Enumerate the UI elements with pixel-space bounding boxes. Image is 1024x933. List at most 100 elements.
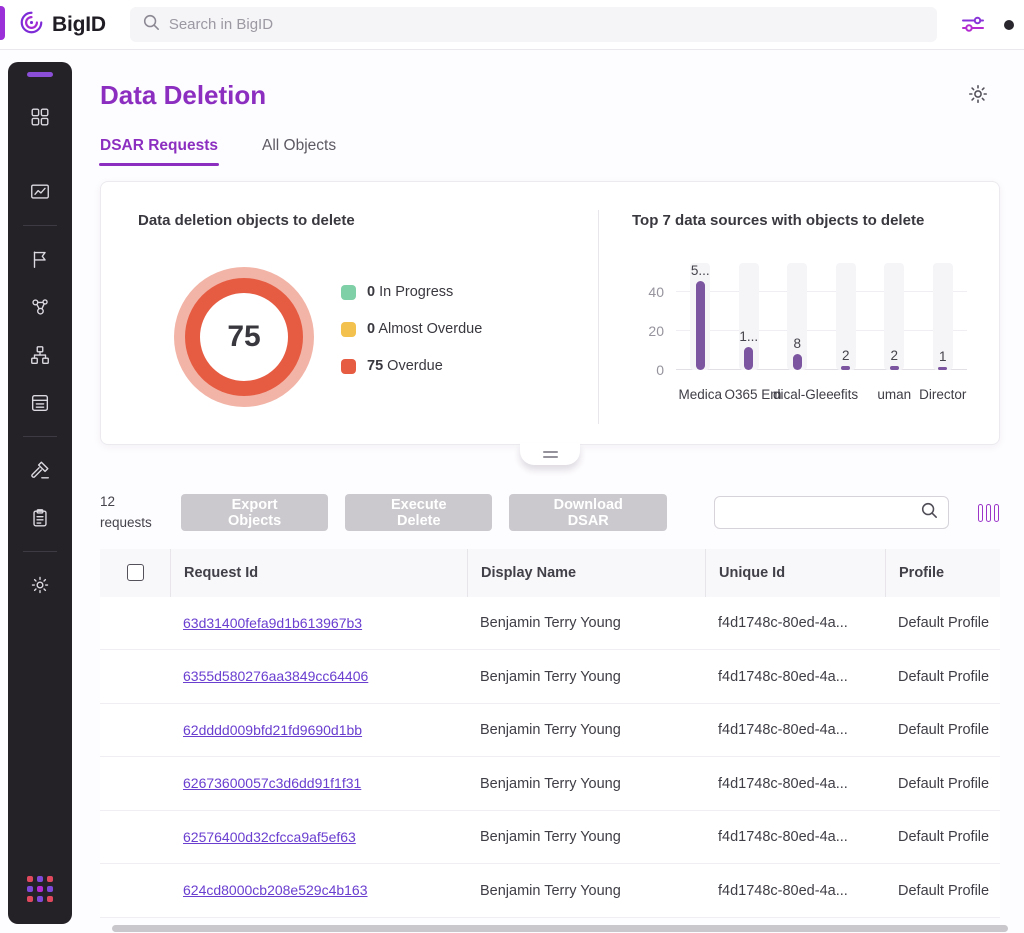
apps-grid-icon[interactable]	[27, 876, 53, 902]
tab-dsar-requests[interactable]: DSAR Requests	[100, 137, 218, 166]
y-tick-label: 20	[648, 323, 664, 339]
request-id-link[interactable]: 62576400d32cfcca9af5ef63	[183, 829, 356, 845]
table-row: 624cd8000cb208e529c4b163 Benjamin Terry …	[100, 864, 1000, 918]
unique-id-cell: f4d1748c-80ed-4a...	[705, 669, 885, 685]
scanner-icon	[29, 392, 51, 414]
sidebar-item-data-flows[interactable]	[19, 334, 61, 376]
bar-chart-plot: 5...1...8221	[676, 263, 967, 370]
bar	[744, 347, 753, 370]
sidebar-item-actions[interactable]	[19, 449, 61, 491]
dashboard-icon	[29, 106, 51, 128]
bar-column: 1	[919, 263, 968, 370]
user-avatar[interactable]	[1004, 20, 1014, 30]
sidebar-divider	[23, 225, 57, 226]
dsar-requests-table: Request Id Display Name Unique Id Profil…	[100, 549, 1000, 918]
legend-swatch	[341, 285, 356, 300]
table-search-input[interactable]	[725, 505, 920, 521]
request-id-link[interactable]: 6355d580276aa3849cc64406	[183, 668, 368, 684]
horizontal-scrollbar[interactable]	[112, 925, 1008, 932]
bar	[938, 367, 947, 370]
execute-delete-button[interactable]: Execute Delete	[345, 494, 492, 531]
bar-chart-title: Top 7 data sources with objects to delet…	[632, 212, 971, 229]
handle-line	[543, 456, 558, 458]
request-id-link[interactable]: 624cd8000cb208e529c4b163	[183, 882, 368, 898]
page-title: Data Deletion	[100, 80, 1000, 111]
column-header-profile[interactable]: Profile	[885, 549, 1000, 597]
preferences-sliders-icon[interactable]	[957, 10, 991, 40]
apps-grid-dot	[27, 886, 33, 892]
donut-chart: 75	[185, 278, 303, 396]
requests-count: 12 requests	[100, 492, 181, 534]
column-header-request-id[interactable]: Request Id	[170, 549, 467, 597]
legend-item-almost-overdue: 0 Almost Overdue	[341, 321, 482, 337]
unique-id-cell: f4d1748c-80ed-4a...	[705, 829, 885, 845]
bigid-logo[interactable]: BigID	[18, 9, 106, 41]
page-settings-gear-icon[interactable]	[966, 82, 990, 111]
apps-grid-dot	[47, 876, 53, 882]
donut-legend: 0 In Progress 0 Almost Overdue 75 Overdu…	[341, 284, 482, 374]
bar-value-label: 2	[890, 348, 898, 363]
global-search-input[interactable]	[169, 16, 925, 33]
column-picker-icon[interactable]	[976, 504, 1000, 522]
main-sidebar	[8, 62, 72, 924]
bar-column: 1...	[725, 263, 774, 370]
bigid-logo-icon	[18, 9, 45, 41]
donut-ring: 75	[185, 278, 303, 396]
apps-grid-dot	[37, 886, 43, 892]
reports-chart-icon	[29, 181, 51, 203]
sidebar-item-tasks[interactable]	[19, 497, 61, 539]
main-content: Data Deletion DSAR Requests All Objects …	[100, 62, 1000, 918]
sidebar-item-policies[interactable]	[19, 238, 61, 280]
bar-value-label: 8	[793, 336, 801, 351]
apps-grid-dot	[47, 896, 53, 902]
handle-line	[543, 451, 558, 453]
donut-total: 75	[227, 320, 260, 354]
sidebar-item-reports[interactable]	[19, 171, 61, 213]
apps-grid-dot	[47, 886, 53, 892]
request-id-link[interactable]: 63d31400fefa9d1b613967b3	[183, 615, 362, 631]
legend-swatch	[341, 322, 356, 337]
select-all-checkbox[interactable]	[127, 564, 144, 581]
bar-column: 8	[773, 263, 822, 370]
bar-column: 2	[822, 263, 871, 370]
page-tabs: DSAR Requests All Objects	[100, 137, 1000, 166]
donut-panel-title: Data deletion objects to delete	[138, 212, 568, 229]
bar	[696, 281, 705, 370]
table-row: 62673600057c3d6dd91f1f31 Benjamin Terry …	[100, 757, 1000, 811]
table-search-box[interactable]	[714, 496, 949, 529]
profile-cell: Default Profile	[885, 669, 1000, 685]
bar-value-label: 5...	[691, 263, 710, 278]
bar-column: 2	[870, 263, 919, 370]
profile-cell: Default Profile	[885, 776, 1000, 792]
bar-category-label: uman	[870, 387, 919, 402]
bigid-app: BigID	[0, 0, 1024, 933]
legend-item-overdue: 75 Overdue	[341, 358, 482, 374]
tab-all-objects[interactable]: All Objects	[262, 137, 336, 166]
bar	[793, 354, 802, 370]
cluster-nodes-icon	[29, 296, 51, 318]
sidebar-divider	[23, 436, 57, 437]
request-id-link[interactable]: 62673600057c3d6dd91f1f31	[183, 775, 361, 791]
bar-chart-panel: Top 7 data sources with objects to delet…	[599, 182, 999, 444]
global-search-bar[interactable]	[130, 7, 937, 42]
collapse-handle[interactable]	[520, 443, 580, 465]
column-header-unique-id[interactable]: Unique Id	[705, 549, 885, 597]
unique-id-cell: f4d1748c-80ed-4a...	[705, 776, 885, 792]
top-header: BigID	[0, 0, 1024, 50]
gavel-icon	[29, 459, 51, 481]
export-objects-button[interactable]: Export Objects	[181, 494, 328, 531]
sidebar-item-cluster-analysis[interactable]	[19, 286, 61, 328]
y-tick-label: 0	[656, 362, 664, 378]
bar-chart: 02040 5...1...8221 MedicaO365 Emdical-Gl…	[632, 233, 971, 418]
apps-grid-dot	[27, 896, 33, 902]
sidebar-item-scans[interactable]	[19, 382, 61, 424]
corner-accent	[0, 6, 5, 40]
sidebar-item-settings[interactable]	[19, 564, 61, 606]
table-header-row: Request Id Display Name Unique Id Profil…	[100, 549, 1000, 597]
download-dsar-button[interactable]: Download DSAR	[509, 494, 667, 531]
display-name-cell: Benjamin Terry Young	[467, 615, 705, 631]
table-row: 62dddd009bfd21fd9690d1bb Benjamin Terry …	[100, 704, 1000, 758]
sidebar-item-dashboard[interactable]	[19, 96, 61, 138]
column-header-display-name[interactable]: Display Name	[467, 549, 705, 597]
request-id-link[interactable]: 62dddd009bfd21fd9690d1bb	[183, 722, 362, 738]
